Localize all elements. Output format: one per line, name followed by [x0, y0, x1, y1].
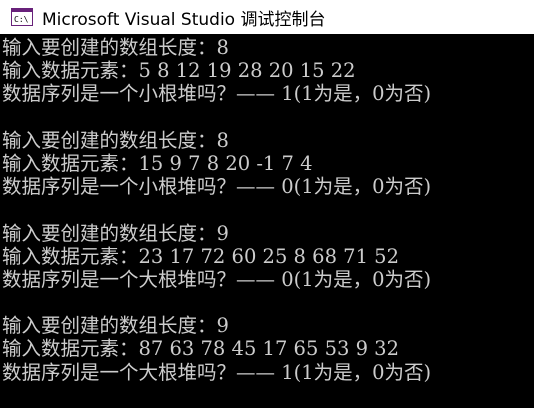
- console-line: 输入要创建的数组长度：9: [2, 314, 229, 338]
- console-line: 数据序列是一个小根堆吗？—— 0(1为是，0为否): [2, 175, 432, 199]
- console-line: 输入数据元素：23 17 72 60 25 8 68 71 52: [2, 244, 399, 268]
- console-line: 输入数据元素：15 9 7 8 20 -1 7 4: [2, 151, 313, 175]
- console-line: 输入数据元素：87 63 78 45 17 65 53 9 32: [2, 337, 399, 361]
- console-line: 输入要创建的数组长度：9: [2, 221, 229, 245]
- console-app-icon: C:\: [11, 8, 33, 26]
- console-line: 输入数据元素：5 8 12 19 28 20 15 22: [2, 59, 356, 83]
- console-line: 输入要创建的数组长度：8: [2, 128, 229, 152]
- svg-text:C:\: C:\: [14, 15, 29, 24]
- title-bar[interactable]: C:\ Microsoft Visual Studio 调试控制台: [0, 0, 534, 34]
- console-line: 输入要创建的数组长度：8: [2, 36, 229, 59]
- console-line: 数据序列是一个大根堆吗？—— 0(1为是，0为否): [2, 267, 432, 291]
- console-output[interactable]: 输入要创建的数组长度：8 输入数据元素：5 8 12 19 28 20 15 2…: [0, 34, 534, 408]
- console-window: C:\ Microsoft Visual Studio 调试控制台 输入要创建的…: [0, 0, 534, 408]
- window-title: Microsoft Visual Studio 调试控制台: [42, 9, 326, 30]
- console-line: 数据序列是一个大根堆吗？—— 1(1为是，0为否): [2, 360, 432, 384]
- console-line: 数据序列是一个小根堆吗？—— 1(1为是，0为否): [2, 82, 432, 106]
